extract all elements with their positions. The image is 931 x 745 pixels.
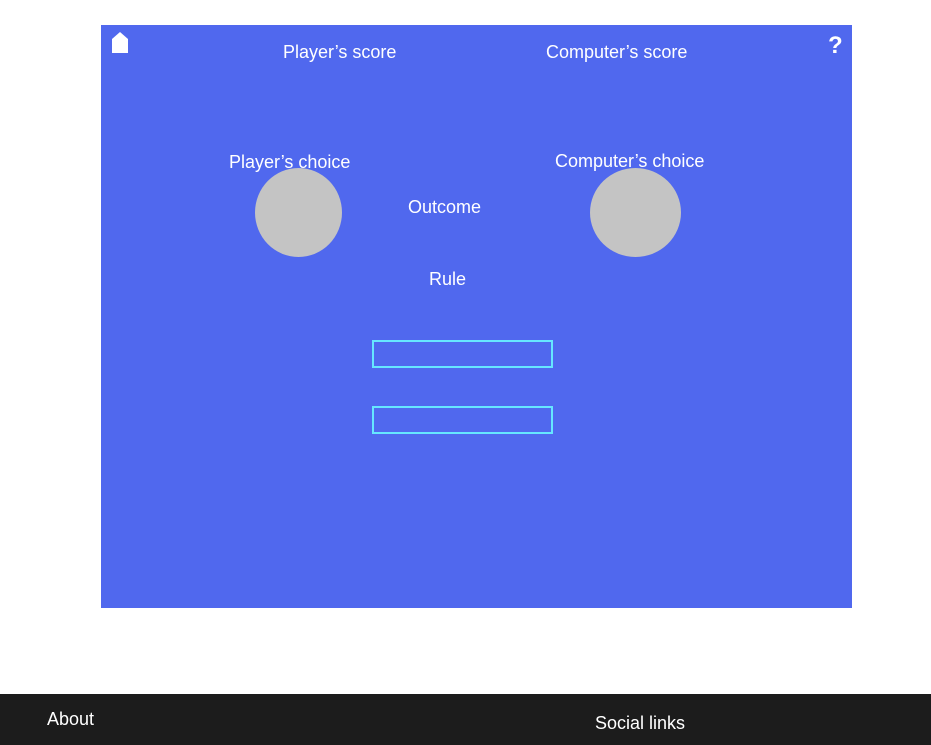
social-links[interactable]: Social links: [595, 713, 685, 733]
computer-choice-circle: [590, 168, 681, 257]
home-icon[interactable]: [111, 31, 129, 55]
computer-score-label: Computer’s score: [546, 42, 688, 62]
page: Player’s score Computer’s score ? Player…: [0, 0, 931, 745]
player-score-label: Player’s score: [283, 42, 397, 62]
rule-label: Rule: [429, 269, 467, 289]
game-panel: Player’s score Computer’s score ? Player…: [101, 25, 852, 608]
outcome-label: Outcome: [408, 197, 482, 217]
action-button-2[interactable]: [372, 406, 553, 434]
about-link[interactable]: About: [47, 709, 94, 729]
action-button-1[interactable]: [372, 340, 553, 368]
help-icon[interactable]: ?: [828, 32, 843, 60]
footer: About Social links: [0, 694, 931, 745]
player-choice-circle: [255, 168, 342, 257]
